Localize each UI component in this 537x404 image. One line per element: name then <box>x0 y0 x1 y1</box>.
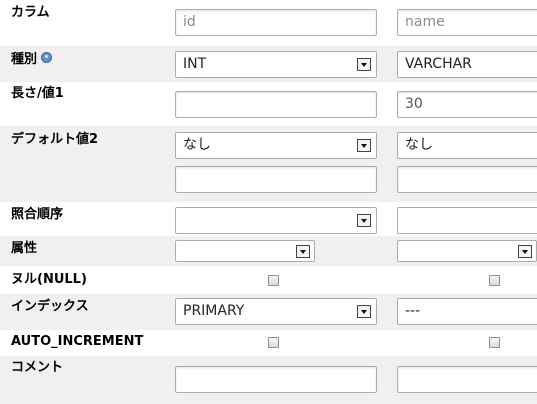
column-name-input-1[interactable]: id <box>175 9 377 36</box>
default-value-input-1[interactable] <box>175 166 377 193</box>
comment-input-2[interactable] <box>397 366 537 393</box>
type-select-1[interactable]: INT <box>175 51 377 78</box>
chevron-down-icon <box>296 245 310 258</box>
type-label: 種別 <box>11 52 53 68</box>
type-select-2-value: VARCHAR <box>405 56 472 72</box>
length-input-1[interactable] <box>175 91 377 118</box>
row-attributes: 属性 <box>0 236 537 266</box>
chevron-down-icon <box>357 139 371 152</box>
chevron-down-icon <box>357 305 371 318</box>
collation-select-2[interactable] <box>397 207 537 234</box>
column-structure-form: カラム id name 種別 INT VARCHAR 長さ/値1 30 デフォル… <box>0 0 537 404</box>
row-comment: コメント <box>0 356 537 404</box>
index-select-2[interactable]: --- <box>397 298 537 325</box>
default-select-1[interactable]: なし <box>175 132 377 159</box>
help-icon[interactable] <box>41 52 53 63</box>
default-value-input-2[interactable] <box>397 166 537 193</box>
default-label: デフォルト値2 <box>11 132 99 147</box>
auto-increment-checkbox-2[interactable] <box>489 337 500 348</box>
attributes-select-2[interactable] <box>397 240 537 262</box>
auto-increment-checkbox-1[interactable] <box>268 337 279 348</box>
column-name-input-2[interactable]: name <box>397 9 537 36</box>
null-checkbox-2[interactable] <box>489 275 500 286</box>
auto-increment-label: AUTO_INCREMENT <box>11 334 144 349</box>
row-null: ヌル(NULL) <box>0 266 537 294</box>
null-checkbox-1[interactable] <box>268 275 279 286</box>
index-label: インデックス <box>11 299 89 314</box>
row-index: インデックス PRIMARY --- <box>0 294 537 330</box>
row-type: 種別 INT VARCHAR <box>0 46 537 82</box>
row-collation: 照合順序 <box>0 202 537 236</box>
attributes-label: 属性 <box>11 241 38 256</box>
default-select-1-value: なし <box>183 137 211 153</box>
collation-select-1[interactable] <box>175 207 377 234</box>
comment-input-1[interactable] <box>175 366 377 393</box>
chevron-down-icon <box>357 214 371 227</box>
default-select-2-value: なし <box>405 137 433 153</box>
row-column: カラム id name <box>0 0 537 46</box>
index-select-2-value: --- <box>405 303 421 319</box>
row-length: 長さ/値1 30 <box>0 82 537 126</box>
default-select-2[interactable]: なし <box>397 132 537 159</box>
length-label: 長さ/値1 <box>11 86 64 101</box>
column-label: カラム <box>11 5 50 20</box>
row-auto-increment: AUTO_INCREMENT <box>0 330 537 356</box>
comment-label: コメント <box>11 360 64 375</box>
chevron-down-icon <box>357 58 371 71</box>
row-default: デフォルト値2 なし なし <box>0 126 537 202</box>
chevron-down-icon <box>518 245 532 258</box>
index-select-1[interactable]: PRIMARY <box>175 298 377 325</box>
length-input-2[interactable]: 30 <box>397 91 537 118</box>
type-select-1-value: INT <box>183 56 207 72</box>
collation-label: 照合順序 <box>11 207 64 222</box>
index-select-1-value: PRIMARY <box>183 303 245 319</box>
null-label: ヌル(NULL) <box>11 272 87 287</box>
type-select-2[interactable]: VARCHAR <box>397 51 537 78</box>
attributes-select-1[interactable] <box>175 240 315 262</box>
